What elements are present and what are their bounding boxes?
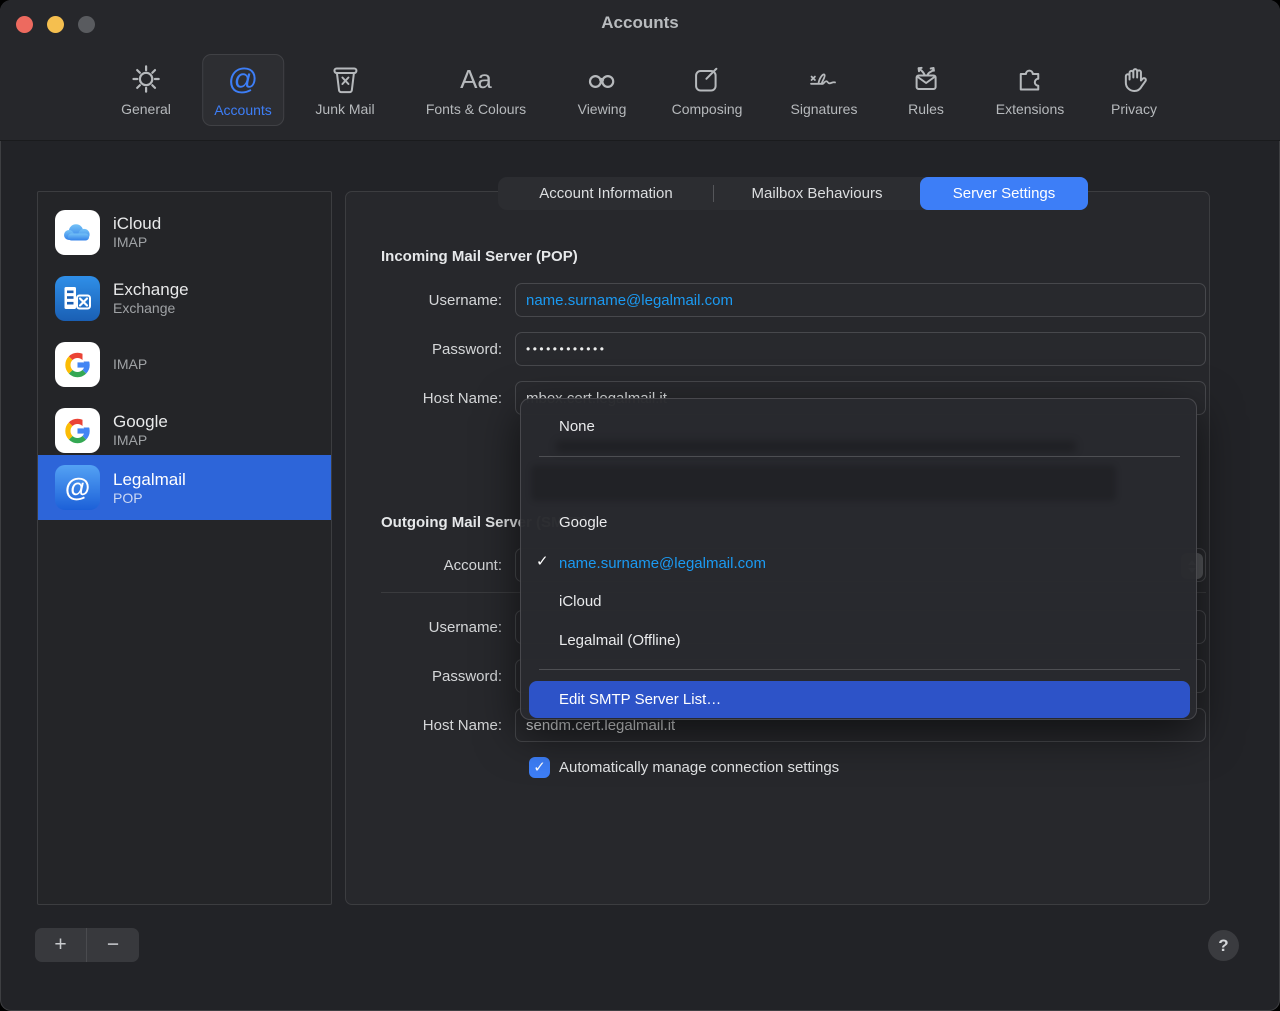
- google-icon: [55, 342, 100, 387]
- remove-account-button[interactable]: −: [87, 928, 139, 962]
- menu-item-legalmail-offline[interactable]: Legalmail (Offline): [521, 629, 1196, 653]
- smtp-server-menu: None Google ✓ name.surname@legalmail.com…: [520, 398, 1197, 720]
- junk-bin-icon: [329, 61, 361, 97]
- menu-separator: [539, 456, 1180, 457]
- sidebar-item-exchange[interactable]: Exchange Exchange: [38, 265, 331, 331]
- at-icon: @: [228, 62, 258, 98]
- accounts-window: Accounts General @ Accounts Junk Mail: [0, 0, 1280, 1011]
- sidebar-item-google[interactable]: Google IMAP: [38, 397, 331, 463]
- menu-item-google[interactable]: Google: [521, 511, 1196, 535]
- help-button[interactable]: ?: [1208, 930, 1239, 961]
- auto-manage-row: ✓ Automatically manage connection settin…: [529, 757, 839, 778]
- compose-icon: [691, 61, 723, 97]
- window-title: Accounts: [0, 13, 1280, 33]
- toolbar-general[interactable]: General: [110, 54, 182, 124]
- legalmail-at-icon: @: [55, 465, 100, 510]
- incoming-password-field[interactable]: ••••••••••••: [515, 332, 1206, 366]
- tab-server-settings[interactable]: Server Settings: [920, 177, 1088, 210]
- fonts-aa-icon: Aa: [460, 61, 492, 97]
- redacted-menu-item: [531, 465, 1116, 501]
- menu-separator: [539, 669, 1180, 670]
- icloud-icon: [55, 210, 100, 255]
- menu-item-icloud[interactable]: iCloud: [521, 590, 1196, 614]
- menu-item-legalmail-account[interactable]: name.surname@legalmail.com: [521, 552, 1196, 576]
- toolbar-rules[interactable]: Rules: [897, 54, 955, 124]
- exchange-icon: [55, 276, 100, 321]
- sidebar-item-google-redacted[interactable]: IMAP: [38, 331, 331, 397]
- toolbar-signatures[interactable]: Signatures: [780, 54, 869, 124]
- menu-item-none[interactable]: None: [521, 415, 1196, 439]
- incoming-section-title: Incoming Mail Server (POP): [381, 248, 578, 265]
- sidebar-item-icloud[interactable]: iCloud IMAP: [38, 199, 331, 265]
- add-remove-group: + −: [35, 928, 139, 962]
- toolbar-viewing[interactable]: Viewing: [567, 54, 638, 124]
- toolbar-privacy[interactable]: Privacy: [1100, 54, 1168, 124]
- incoming-username-field[interactable]: name.surname@legalmail.com: [515, 283, 1206, 317]
- add-account-button[interactable]: +: [35, 928, 87, 962]
- toolbar-composing[interactable]: Composing: [661, 54, 754, 124]
- google-icon: [55, 408, 100, 453]
- account-tabs: Account Information Mailbox Behaviours S…: [498, 177, 1088, 210]
- toolbar-accounts[interactable]: @ Accounts: [202, 54, 284, 126]
- glasses-icon: [586, 61, 618, 97]
- gear-icon: [130, 61, 162, 97]
- signature-icon: [807, 61, 841, 97]
- hand-icon: [1118, 61, 1150, 97]
- checkbox-checked[interactable]: ✓: [529, 757, 550, 778]
- tab-account-information[interactable]: Account Information: [498, 177, 714, 210]
- redacted-text: [556, 441, 1076, 452]
- sidebar-item-legalmail[interactable]: @ Legalmail POP: [38, 455, 331, 520]
- toolbar-fonts-colours[interactable]: Aa Fonts & Colours: [415, 54, 537, 124]
- tab-mailbox-behaviours[interactable]: Mailbox Behaviours: [714, 177, 920, 210]
- puzzle-icon: [1014, 61, 1046, 97]
- menu-item-edit-smtp-list[interactable]: Edit SMTP Server List…: [529, 681, 1190, 718]
- toolbar-extensions[interactable]: Extensions: [985, 54, 1075, 124]
- incoming-password-row: Password: ••••••••••••: [381, 332, 1206, 366]
- incoming-username-row: Username: name.surname@legalmail.com: [381, 283, 1206, 317]
- rules-envelope-icon: [910, 61, 942, 97]
- toolbar-junk-mail[interactable]: Junk Mail: [304, 54, 385, 124]
